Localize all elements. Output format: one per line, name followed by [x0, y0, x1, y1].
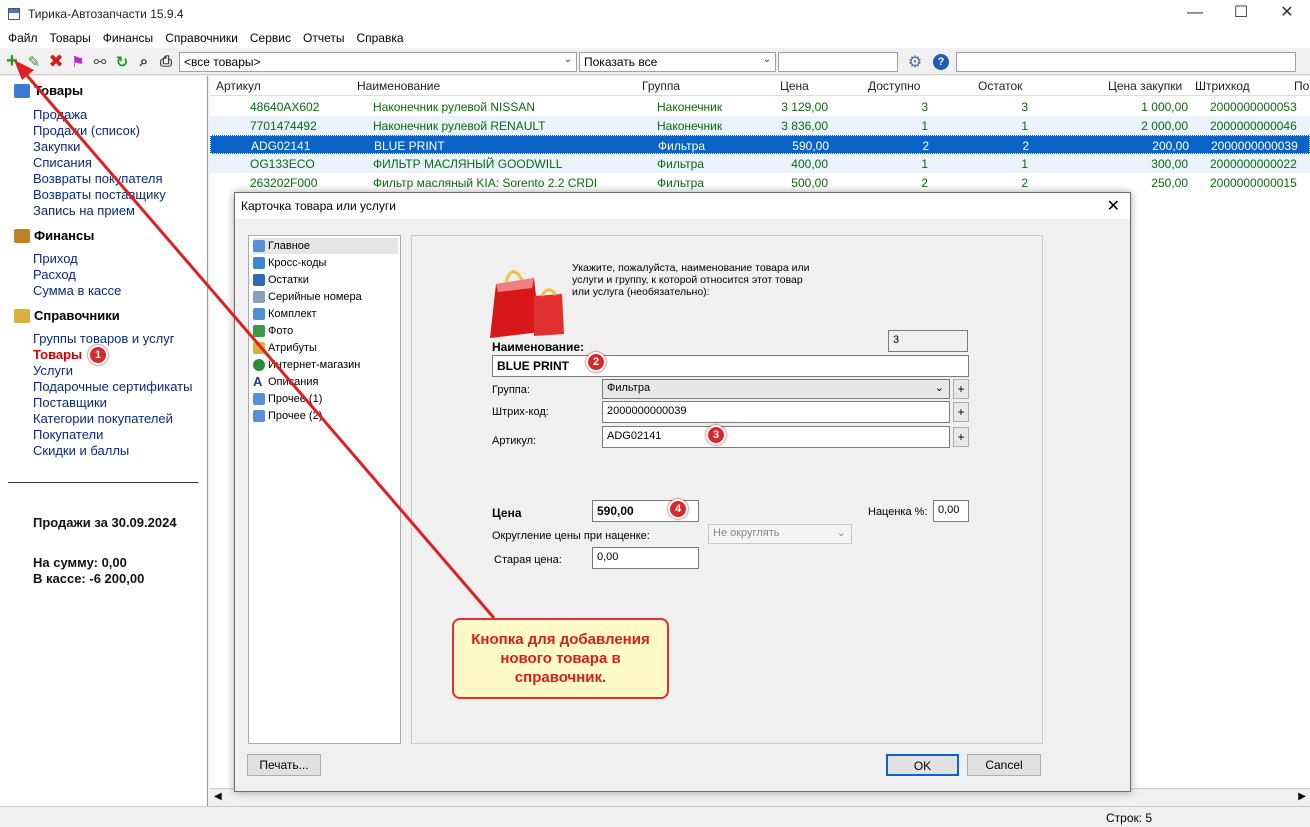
badge-1: 1 — [88, 345, 108, 365]
badge-2: 2 — [586, 352, 606, 372]
annotation-arrow — [14, 60, 496, 619]
callout-note: Кнопка для добавления нового товара в сп… — [452, 618, 669, 699]
badge-4: 4 — [668, 499, 688, 519]
badge-3: 3 — [706, 425, 726, 445]
